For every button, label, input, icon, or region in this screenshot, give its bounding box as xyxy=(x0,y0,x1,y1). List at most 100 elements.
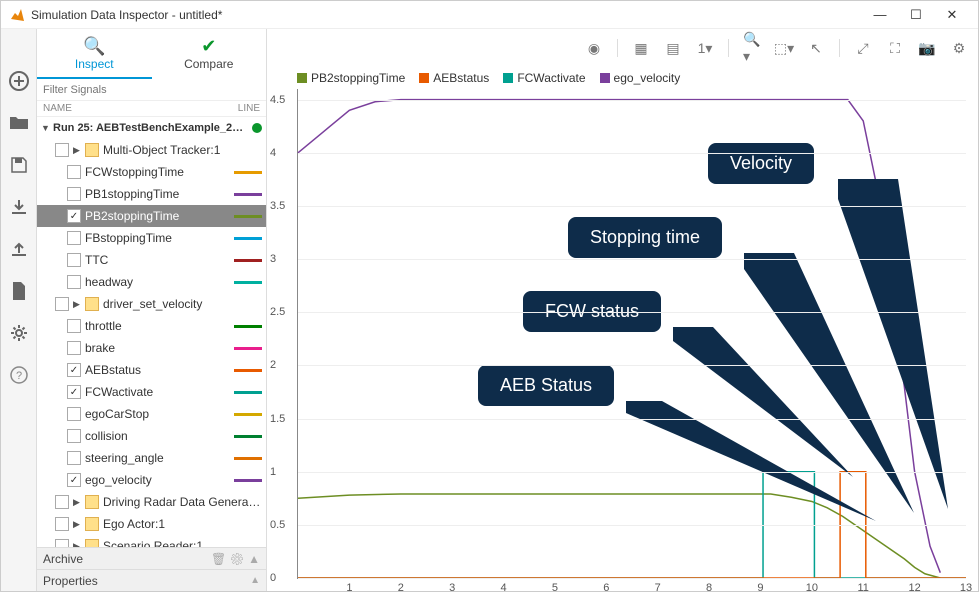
legend-item[interactable]: PB2stoppingTime xyxy=(297,71,405,85)
chevron-right-icon[interactable]: ▶ xyxy=(73,299,83,310)
save-icon[interactable] xyxy=(7,153,31,177)
properties-section[interactable]: Properties ▲ xyxy=(37,569,266,591)
minimize-button[interactable]: ― xyxy=(862,3,898,27)
signal-label: egoCarStop xyxy=(85,407,230,421)
grid2-icon[interactable]: ▤ xyxy=(664,39,682,57)
filter-input[interactable] xyxy=(43,84,260,96)
signal-row-dsv[interactable]: ▶ driver_set_velocity xyxy=(37,293,266,315)
signal-row-fcw[interactable]: FCWactivate xyxy=(37,381,266,403)
fullscreen-icon[interactable]: ⛶ xyxy=(886,39,904,57)
signal-label: TTC xyxy=(85,253,230,267)
signal-row-head[interactable]: headway xyxy=(37,271,266,293)
signal-checkbox[interactable] xyxy=(67,473,81,487)
callout-stopping-label: Stopping time xyxy=(568,217,722,258)
chart-area[interactable]: Velocity Stopping time FCW status AEB St… xyxy=(297,89,966,579)
signal-row-brk[interactable]: brake xyxy=(37,337,266,359)
expand-icon[interactable]: ▼ xyxy=(41,123,51,133)
legend-item[interactable]: ego_velocity xyxy=(600,71,681,85)
signal-row-col[interactable]: collision xyxy=(37,425,266,447)
signal-checkbox[interactable] xyxy=(55,297,69,311)
signal-checkbox[interactable] xyxy=(67,275,81,289)
signal-checkbox[interactable] xyxy=(67,363,81,377)
gear-icon[interactable] xyxy=(7,321,31,345)
settings-icon[interactable]: ⚙ xyxy=(950,39,968,57)
legend-item[interactable]: AEBstatus xyxy=(419,71,489,85)
maximize-button[interactable]: ☐ xyxy=(898,3,934,27)
tab-compare-label: Compare xyxy=(184,57,233,71)
signal-checkbox[interactable] xyxy=(67,209,81,223)
expand-icon[interactable]: ⤢ xyxy=(854,39,872,57)
signal-row-pb2[interactable]: PB2stoppingTime xyxy=(37,205,266,227)
signal-checkbox[interactable] xyxy=(67,341,81,355)
tab-inspect[interactable]: 🔍 Inspect xyxy=(37,29,152,79)
chevron-right-icon[interactable]: ▶ xyxy=(73,145,83,156)
layout-icon[interactable]: 1▾ xyxy=(696,39,714,57)
signal-checkbox[interactable] xyxy=(55,495,69,509)
signal-row-fcwst[interactable]: FCWstoppingTime xyxy=(37,161,266,183)
signal-checkbox[interactable] xyxy=(67,187,81,201)
signal-label: PB2stoppingTime xyxy=(85,209,230,223)
legend-swatch xyxy=(503,73,513,83)
signal-checkbox[interactable] xyxy=(55,143,69,157)
signal-label: Ego Actor:1 xyxy=(103,517,262,531)
signal-checkbox[interactable] xyxy=(67,451,81,465)
signal-row-mot[interactable]: ▶Multi-Object Tracker:1 xyxy=(37,139,266,161)
new-file-icon[interactable] xyxy=(7,279,31,303)
chevron-right-icon[interactable]: ▶ xyxy=(73,497,83,508)
grid4-icon[interactable]: ▦ xyxy=(632,39,650,57)
x-tick: 12 xyxy=(908,582,920,594)
camera-icon[interactable]: 📷 xyxy=(918,39,936,57)
signal-checkbox[interactable] xyxy=(55,539,69,547)
signal-row-pb1[interactable]: PB1stoppingTime xyxy=(37,183,266,205)
signal-label: steering_angle xyxy=(85,451,230,465)
signal-row-ea[interactable]: ▶ Ego Actor:1 xyxy=(37,513,266,535)
signal-checkbox[interactable] xyxy=(67,407,81,421)
signal-checkbox[interactable] xyxy=(67,429,81,443)
line-swatch xyxy=(234,171,262,174)
line-swatch xyxy=(234,457,262,460)
signal-row-drdg[interactable]: ▶Driving Radar Data Generator:1 xyxy=(37,491,266,513)
matlab-logo-icon xyxy=(9,7,25,23)
export-icon[interactable] xyxy=(7,237,31,261)
y-tick: 0.5 xyxy=(270,519,285,531)
signal-checkbox[interactable] xyxy=(67,319,81,333)
legend-label: PB2stoppingTime xyxy=(311,71,405,85)
signal-row-sr[interactable]: ▶Scenario Reader:1 xyxy=(37,535,266,547)
legend-item[interactable]: FCWactivate xyxy=(503,71,585,85)
folder-icon[interactable] xyxy=(7,111,31,135)
signal-row-steer[interactable]: steering_angle xyxy=(37,447,266,469)
help-icon[interactable]: ? xyxy=(7,363,31,387)
x-tick: 6 xyxy=(603,582,609,594)
signal-row-ttc[interactable]: TTC xyxy=(37,249,266,271)
y-tick: 2.5 xyxy=(270,306,285,318)
chart-toolbar: ◉ ▦ ▤ 1▾ 🔍▾ ⬚▾ ↖ ⤢ ⛶ 📷 ⚙ xyxy=(267,29,978,67)
properties-expand-icon: ▲ xyxy=(250,575,260,586)
signal-row-aeb[interactable]: AEBstatus xyxy=(37,359,266,381)
signal-checkbox[interactable] xyxy=(67,165,81,179)
zoom-icon[interactable]: 🔍▾ xyxy=(743,39,761,57)
signal-checkbox[interactable] xyxy=(67,253,81,267)
signal-row-egov[interactable]: ego_velocity xyxy=(37,469,266,491)
chevron-right-icon[interactable]: ▶ xyxy=(73,519,83,530)
signal-row-thr[interactable]: throttle xyxy=(37,315,266,337)
signal-row-ecs[interactable]: egoCarStop xyxy=(37,403,266,425)
signal-label: FCWactivate xyxy=(85,385,230,399)
tab-compare[interactable]: ✔ Compare xyxy=(152,29,267,79)
archive-section[interactable]: Archive 🗑 ⚙ ▲ xyxy=(37,547,266,569)
region-icon[interactable]: ⬚▾ xyxy=(775,39,793,57)
cursor-icon[interactable]: ↖ xyxy=(807,39,825,57)
run-icon[interactable]: ◉ xyxy=(585,39,603,57)
filter-signals[interactable] xyxy=(37,79,266,101)
import-icon[interactable] xyxy=(7,195,31,219)
signal-checkbox[interactable] xyxy=(67,385,81,399)
add-icon[interactable] xyxy=(7,69,31,93)
svg-text:?: ? xyxy=(15,370,21,382)
signal-label: driver_set_velocity xyxy=(103,297,262,311)
col-line: LINE xyxy=(238,103,260,114)
run-row[interactable]: ▼ Run 25: AEBTestBenchExample_21a [Curre… xyxy=(37,117,266,139)
signal-checkbox[interactable] xyxy=(55,517,69,531)
signal-tree[interactable]: ▼ Run 25: AEBTestBenchExample_21a [Curre… xyxy=(37,117,266,547)
signal-row-fb[interactable]: FBstoppingTime xyxy=(37,227,266,249)
signal-checkbox[interactable] xyxy=(67,231,81,245)
close-button[interactable]: ✕ xyxy=(934,3,970,27)
